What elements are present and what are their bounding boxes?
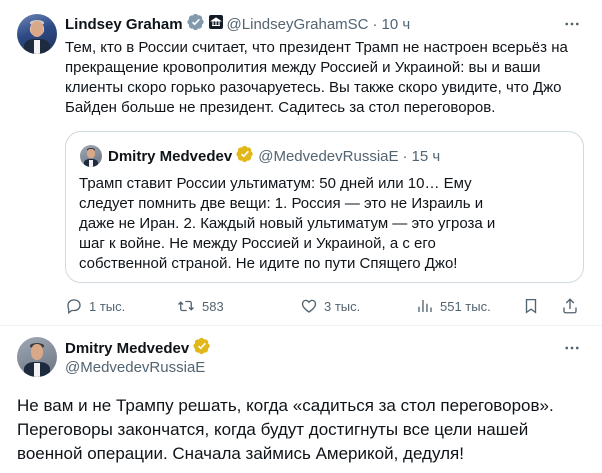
- dot-separator: ·: [402, 147, 408, 165]
- author-avatar[interactable]: [17, 14, 57, 54]
- heart-icon: [301, 299, 317, 313]
- bookmark-icon[interactable]: [522, 296, 540, 321]
- divider: [0, 325, 602, 326]
- post-header: Lindsey Graham @LindseyGrahamSC · 10 ч: [65, 13, 411, 36]
- reply-count: 1 тыс.: [89, 298, 126, 314]
- more-icon[interactable]: [562, 14, 582, 34]
- views-count: 551 тыс.: [440, 298, 491, 314]
- verified-gray-icon: [186, 13, 205, 36]
- author-handle[interactable]: @LindseyGrahamSC: [227, 16, 369, 33]
- dot-separator: ·: [372, 15, 378, 33]
- quoted-post[interactable]: Dmitry Medvedev @MedvedevRussiaE · 15 ч …: [65, 131, 584, 283]
- government-flag-icon: [208, 14, 223, 34]
- reply-author-avatar[interactable]: [17, 337, 57, 377]
- reply-author-name[interactable]: Dmitry Medvedev: [65, 340, 189, 357]
- quote-time: 15 ч: [411, 147, 441, 165]
- author-name[interactable]: Lindsey Graham: [65, 16, 183, 33]
- reply-header: Dmitry Medvedev: [65, 337, 211, 360]
- quote-text: Трамп ставит России ультиматум: 50 дней …: [79, 175, 496, 272]
- repost-count: 583: [202, 298, 224, 314]
- repost-icon: [178, 300, 194, 312]
- reply-icon: [67, 299, 81, 315]
- reply-author-handle[interactable]: @MedvedevRussiaE: [65, 359, 205, 376]
- quote-author-name: Dmitry Medvedev: [108, 147, 233, 165]
- verified-gold-icon: [193, 337, 211, 360]
- repost-button[interactable]: 583: [176, 297, 224, 315]
- quote-author-avatar: [80, 145, 102, 167]
- verified-gold-icon: [236, 145, 254, 168]
- reply-button[interactable]: 1 тыс.: [65, 297, 125, 315]
- views-icon: [418, 300, 432, 312]
- reply-text: Не вам и не Трампу решать, когда «садить…: [17, 396, 554, 463]
- post-text: Тем, кто в России считает, что президент…: [65, 39, 568, 116]
- more-icon[interactable]: [562, 338, 582, 358]
- post-time[interactable]: 10 ч: [382, 16, 411, 33]
- share-icon[interactable]: [561, 296, 579, 321]
- quote-header: Dmitry Medvedev @MedvedevRussiaE · 15 ч: [108, 145, 440, 167]
- like-count: 3 тыс.: [324, 298, 361, 314]
- quote-author-handle: @MedvedevRussiaE: [258, 147, 399, 165]
- like-button[interactable]: 3 тыс.: [300, 297, 360, 315]
- views-button[interactable]: 551 тыс.: [416, 297, 491, 315]
